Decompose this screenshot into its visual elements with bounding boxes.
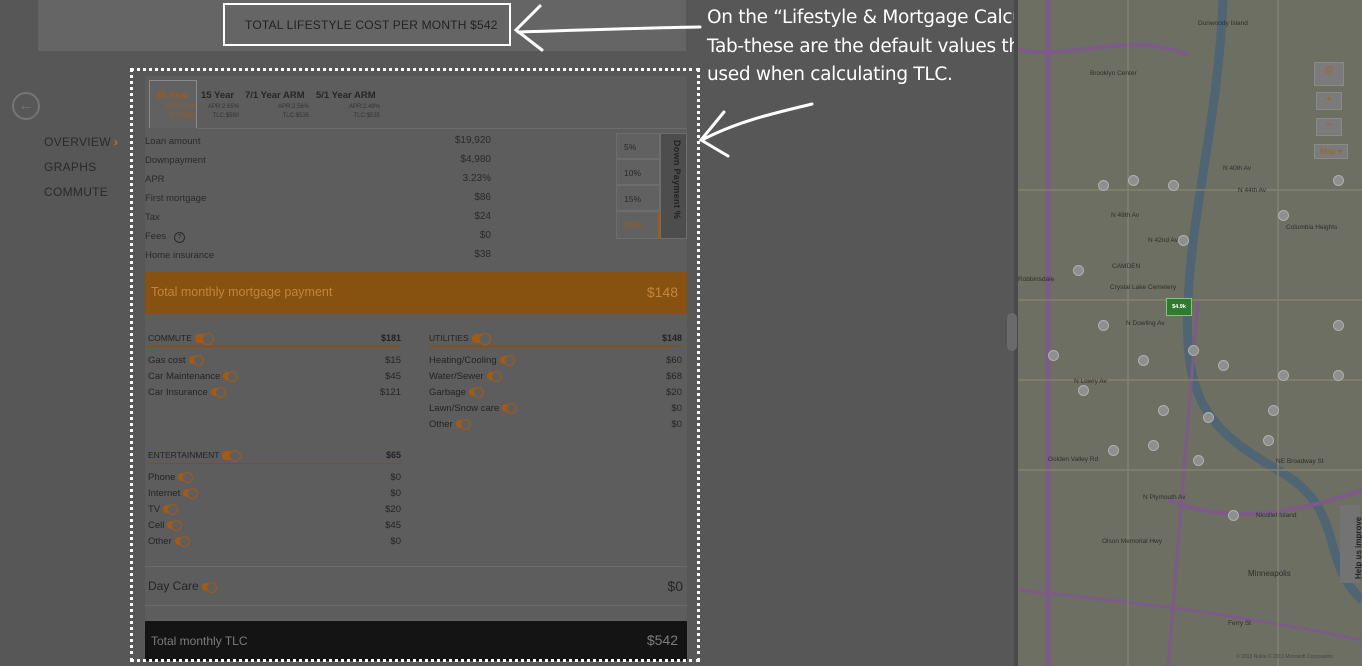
school-marker[interactable] — [1098, 320, 1109, 331]
map-copyright: © 2013 Nokia © 2013 Microsoft Corporatio… — [1236, 654, 1334, 660]
nav-item-commute[interactable]: COMMUTE — [44, 185, 108, 199]
tlc-summary: TOTAL LIFESTYLE COST PER MONTH $542 — [223, 3, 511, 46]
map-label: Columbia Heights — [1286, 224, 1338, 231]
school-marker[interactable] — [1158, 405, 1169, 416]
map-label: N Plymouth Av — [1143, 494, 1186, 501]
map-label: NE Broadway St — [1276, 458, 1324, 465]
map-label: N Dowling Av — [1126, 320, 1165, 327]
map-label: N 42nd Av — [1148, 237, 1178, 244]
map-label: N 40th Av — [1223, 165, 1252, 172]
school-marker[interactable] — [1188, 345, 1199, 356]
back-button[interactable]: ← — [12, 92, 40, 120]
school-marker[interactable] — [1333, 175, 1344, 186]
nav-item-label: OVERVIEW — [44, 135, 111, 149]
map-label: Minneapolis — [1248, 569, 1291, 578]
map-label: Dunwoody Island — [1198, 20, 1248, 27]
school-marker[interactable] — [1168, 180, 1179, 191]
arrow-to-calculator — [700, 102, 814, 142]
school-marker[interactable] — [1138, 355, 1149, 366]
school-marker[interactable] — [1268, 405, 1279, 416]
school-marker[interactable] — [1333, 320, 1344, 331]
arrowhead-calculator — [698, 110, 730, 158]
school-marker[interactable] — [1108, 445, 1119, 456]
map-label: Crystal Lake Cemetery — [1110, 284, 1177, 291]
home-price-marker[interactable]: $4.9k — [1166, 298, 1192, 316]
zoom-out-button[interactable]: − — [1316, 118, 1342, 136]
map-label: Ferry St — [1228, 620, 1252, 627]
map-type-button[interactable]: Map ▾ — [1314, 144, 1348, 159]
school-marker[interactable] — [1193, 455, 1204, 466]
map-label: Olson Memorial Hwy — [1102, 538, 1162, 545]
school-marker[interactable] — [1178, 235, 1189, 246]
school-marker[interactable] — [1278, 210, 1289, 221]
school-marker[interactable] — [1073, 265, 1084, 276]
school-marker[interactable] — [1078, 385, 1089, 396]
school-marker[interactable] — [1128, 175, 1139, 186]
chevron-right-icon: › — [113, 135, 119, 149]
map-label: N Lowry Av — [1074, 378, 1107, 385]
highway — [1018, 42, 1189, 57]
school-marker[interactable] — [1278, 370, 1289, 381]
school-marker[interactable] — [1263, 435, 1274, 446]
resize-handle[interactable] — [1007, 313, 1017, 351]
map-roads — [1018, 0, 1362, 666]
map-label: N 44th Av — [1238, 187, 1267, 194]
map-label: CAMDEN — [1112, 263, 1141, 270]
school-marker[interactable] — [1203, 412, 1214, 423]
school-marker[interactable] — [1048, 350, 1059, 361]
school-marker[interactable] — [1148, 440, 1159, 451]
locate-icon[interactable]: ◎ — [1314, 62, 1344, 86]
nav-item-graphs[interactable]: GRAPHS — [44, 160, 96, 174]
map-label: Nicollet Island — [1256, 512, 1297, 519]
map-view[interactable]: Dunwoody Island Brooklyn Center Columbia… — [1018, 0, 1362, 666]
help-us-improve-tab[interactable]: Help us improve — [1340, 505, 1362, 583]
map-label: Brooklyn Center — [1090, 70, 1137, 77]
zoom-in-button[interactable]: + — [1316, 92, 1342, 110]
highway — [1167, 488, 1362, 516]
school-marker[interactable] — [1218, 360, 1229, 371]
map-label: Golden Valley Rd — [1048, 456, 1099, 463]
highlight-frame — [130, 68, 700, 662]
school-marker[interactable] — [1228, 510, 1239, 521]
nav-item-overview[interactable]: OVERVIEW › — [44, 135, 118, 149]
map-label: N 49th Av — [1111, 212, 1140, 219]
map-label: Robbinsdale — [1018, 276, 1055, 283]
school-marker[interactable] — [1333, 370, 1344, 381]
highway — [1018, 588, 1362, 642]
school-marker[interactable] — [1098, 180, 1109, 191]
